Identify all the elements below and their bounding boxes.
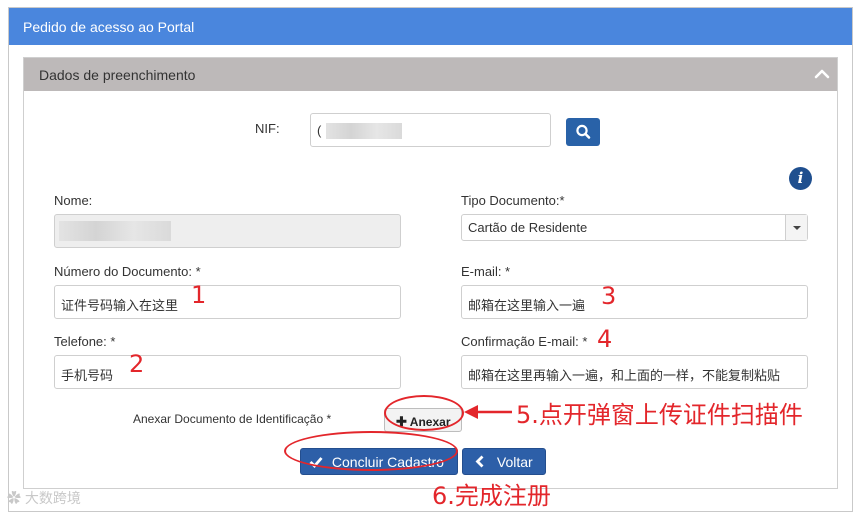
search-icon xyxy=(576,124,591,139)
confirmacao-email-input[interactable]: 邮箱在这里再输入一遍，和上面的一样，不能复制粘贴 xyxy=(461,355,808,389)
annotation-4: 4 xyxy=(597,325,613,353)
nome-label: Nome: xyxy=(54,193,93,208)
numero-documento-input[interactable]: 证件号码输入在这里 xyxy=(54,285,401,319)
telefone-input[interactable]: 手机号码 xyxy=(54,355,401,389)
panel-title: Dados de preenchimento xyxy=(39,67,196,83)
select-toggle[interactable] xyxy=(785,215,807,240)
annotation-step-6: 6.完成注册 xyxy=(432,482,551,510)
chevron-left-icon xyxy=(475,455,484,468)
numero-documento-label: Número do Documento: * xyxy=(54,264,201,279)
nif-label: NIF: xyxy=(255,121,280,136)
tipo-documento-label: Tipo Documento:* xyxy=(461,193,565,208)
email-input[interactable]: 邮箱在这里输入一遍 xyxy=(461,285,808,319)
telefone-value: 手机号码 xyxy=(61,368,114,383)
redacted-name xyxy=(59,221,171,241)
watermark-logo-icon: ✿ xyxy=(7,490,21,506)
voltar-button[interactable]: Voltar xyxy=(462,448,546,475)
page-header: Pedido de acesso ao Portal xyxy=(9,8,852,45)
search-button[interactable] xyxy=(566,118,600,146)
email-value: 邮箱在这里输入一遍 xyxy=(468,298,586,313)
annotation-3: 3 xyxy=(601,282,617,310)
nif-value: ( xyxy=(317,123,322,138)
anexar-highlight-ellipse xyxy=(384,395,464,431)
annotation-2: 2 xyxy=(129,350,145,378)
panel-header[interactable]: Dados de preenchimento xyxy=(24,58,837,91)
chevron-down-icon xyxy=(793,226,801,230)
concluir-highlight-ellipse xyxy=(284,431,458,471)
telefone-label: Telefone: * xyxy=(54,334,116,349)
redacted-nif xyxy=(326,123,402,139)
chevron-up-icon[interactable] xyxy=(813,65,831,83)
annotation-step-5: 5.点开弹窗上传证件扫描件 xyxy=(516,401,803,429)
annotation-1: 1 xyxy=(191,281,207,309)
info-icon[interactable]: i xyxy=(789,167,812,190)
email-label: E-mail: * xyxy=(461,264,511,279)
numero-documento-value: 证件号码输入在这里 xyxy=(61,298,179,313)
nif-input[interactable]: ( xyxy=(310,113,551,147)
page-title: Pedido de acesso ao Portal xyxy=(23,19,195,35)
confirmacao-email-label: Confirmação E-mail: * xyxy=(461,334,588,349)
nome-input xyxy=(54,214,401,248)
watermark: ✿ 大数跨境 xyxy=(7,488,81,508)
arrow-left-icon xyxy=(464,405,512,419)
tipo-documento-select[interactable]: Cartão de Residente xyxy=(461,214,808,241)
watermark-text: 大数跨境 xyxy=(24,490,81,506)
anexar-label: Anexar Documento de Identificação * xyxy=(133,412,332,426)
confirmacao-email-value: 邮箱在这里再输入一遍，和上面的一样，不能复制粘贴 xyxy=(468,368,781,383)
tipo-documento-value: Cartão de Residente xyxy=(468,220,588,235)
voltar-label: Voltar xyxy=(496,454,533,470)
